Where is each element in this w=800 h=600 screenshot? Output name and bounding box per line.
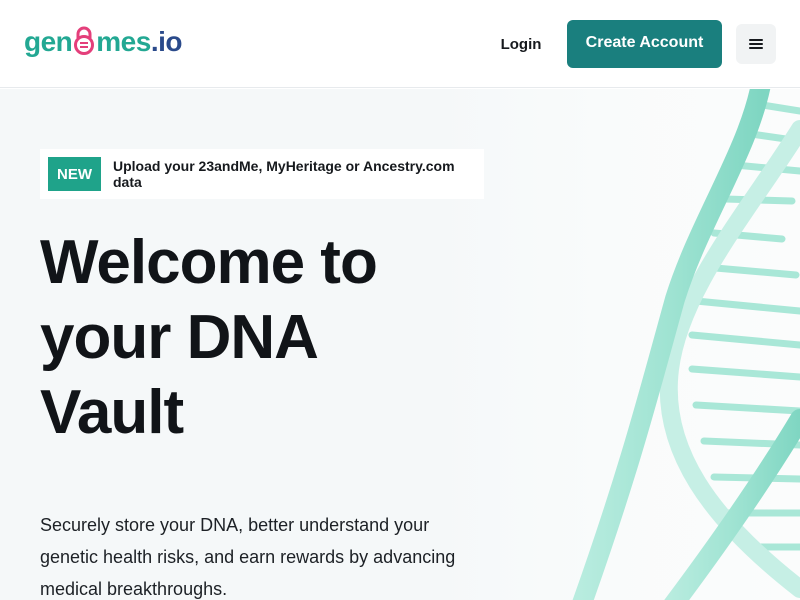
new-badge: NEW (48, 157, 101, 191)
site-header: gen mes .io Login Create Account (0, 0, 800, 88)
logo-text-part2: mes (96, 26, 151, 57)
create-account-button[interactable]: Create Account (567, 20, 722, 68)
lock-icon (73, 25, 95, 55)
hero-subtitle: Securely store your DNA, better understa… (40, 515, 456, 599)
hero-title-line3: Vault (40, 378, 184, 447)
dna-helix-illustration (572, 89, 800, 600)
hero-title: Welcome to your DNA Vault (40, 225, 480, 450)
hero-title-line1: Welcome to (40, 228, 378, 297)
genomes-logo[interactable]: gen mes .io (24, 25, 183, 57)
login-link[interactable]: Login (493, 30, 549, 58)
logo-tld: .io (150, 26, 183, 57)
hero-section: NEW Upload your 23andMe, MyHeritage or A… (0, 89, 800, 600)
hero-title-line2: your DNA (40, 303, 319, 372)
menu-button[interactable] (736, 24, 776, 64)
logo-text-part1: gen (24, 26, 73, 57)
banner-text: Upload your 23andMe, MyHeritage or Ances… (113, 158, 455, 190)
hamburger-menu-icon (749, 39, 763, 49)
new-feature-banner[interactable]: NEW Upload your 23andMe, MyHeritage or A… (40, 149, 484, 199)
